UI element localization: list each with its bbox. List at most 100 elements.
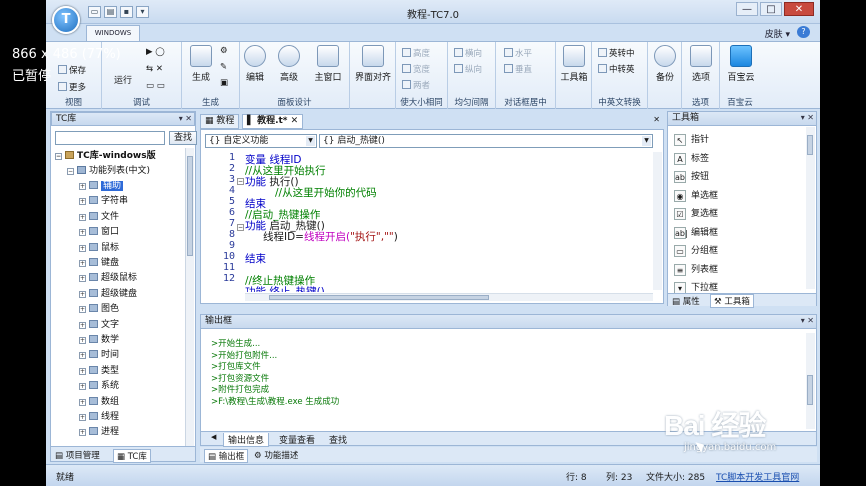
fold-icon[interactable]: − [237,178,244,185]
expand-icon[interactable]: + [79,321,86,329]
tree-item[interactable]: + 数组 [79,394,119,407]
expand-icon[interactable]: + [79,275,86,283]
editor-horizontal-scrollbar[interactable] [245,293,653,301]
expand-icon[interactable]: + [79,213,86,221]
scroll-thumb[interactable] [807,135,813,155]
build-option-icon-1[interactable]: ⚙ [220,46,228,56]
expand-icon[interactable]: + [79,352,86,360]
close-button[interactable]: ✕ [784,2,814,16]
app-logo-button[interactable]: T [52,6,80,34]
expand-icon[interactable]: + [79,260,86,267]
build-button[interactable]: 生成 [186,45,216,83]
doc-tab-tutorial[interactable]: ▦ 教程 [200,114,240,129]
tab-output-box[interactable]: ▤ 输出框 [204,449,249,463]
tree-item[interactable]: + 超级鼠标 [79,270,137,283]
toolbox-scrollbar[interactable] [806,127,815,289]
backup-button[interactable]: 备份 [650,45,680,83]
same-height-button[interactable]: 高度 [402,47,430,59]
same-width-button[interactable]: 宽度 [402,63,430,75]
expand-icon[interactable]: + [79,244,86,252]
editor-vertical-scrollbar[interactable] [653,152,662,290]
expand-icon[interactable]: + [79,337,86,344]
stop-icon[interactable]: ▭ ▭ [146,81,165,91]
build-option-icon-3[interactable]: ▣ [220,78,228,88]
to-english-button[interactable]: 中转英 [598,63,635,75]
help-icon[interactable]: ? [797,26,810,38]
main-window-button[interactable]: 主窗口 [310,45,346,83]
toolbox-item[interactable]: A 标签 [674,151,709,165]
to-chinese-button[interactable]: 英转中 [598,47,635,59]
options-button[interactable]: 选项 [686,45,716,83]
edit-button[interactable]: 编辑 [240,45,270,83]
tc-library-search-button[interactable]: 查找 [169,131,197,145]
skin-menu[interactable]: 皮肤 ▾ [765,27,790,40]
expand-icon[interactable]: + [79,198,86,206]
tree-scrollbar[interactable] [185,148,194,448]
tab-find[interactable]: 查找 [325,433,351,446]
expand-icon[interactable]: + [79,383,86,391]
tc-library-search-input[interactable] [55,131,165,145]
toolbox-item[interactable]: ▾ 下拉框 [674,280,718,294]
code-editor[interactable]: {} 自定义功能 ▼ {} 启动_热键() ▼ 1 2 3 4 5 6 7 8 9 10 11 12 − … [200,129,664,304]
maximize-button[interactable]: □ [760,2,782,16]
tree-item[interactable]: + 字符串 [79,193,128,206]
build-option-icon-2[interactable]: ✎ [220,62,227,72]
center-horizontal-button[interactable]: 水平 [504,47,532,59]
output-tab-prev-icon[interactable]: ◀ [207,433,220,441]
collapse-icon[interactable]: − [55,153,62,160]
pane-controls-icon[interactable]: ▾ ✕ [801,112,814,124]
expand-icon[interactable]: + [79,183,86,190]
official-site-link[interactable]: TC脚本开发工具官网 [716,470,799,483]
tree-item[interactable]: + 时间 [79,347,119,360]
tree-item[interactable]: + 文字 [79,317,119,330]
close-tab-icon[interactable]: ✕ [291,116,299,126]
scroll-thumb[interactable] [807,375,813,405]
toolbox-item[interactable]: ab| 编辑框 [674,225,718,239]
expand-icon[interactable]: + [79,290,86,298]
baidu-cloud-button[interactable]: 百宝云 [724,45,758,83]
fold-icon[interactable]: − [237,224,244,231]
tree-item[interactable]: + 线程 [79,409,119,422]
space-vertical-button[interactable]: 纵向 [454,63,482,75]
tab-project-management[interactable]: ▤ 项目管理 [55,449,100,461]
toolbox-item[interactable]: ↖ 指针 [674,132,709,146]
tab-properties[interactable]: ▤ 属性 [672,295,700,307]
expand-icon[interactable]: + [79,398,86,406]
tree-item[interactable]: + 数学 [79,332,119,345]
expand-icon[interactable]: + [79,414,86,421]
toolbox-item[interactable]: ☑ 复选框 [674,206,718,220]
tree-item[interactable]: + 辅助 [79,178,124,191]
tab-windows[interactable]: WINDOWS [86,25,140,41]
tree-item[interactable]: + 窗口 [79,224,119,237]
tree-root[interactable]: − TC库-windows版 [55,148,156,161]
tree-item[interactable]: + 类型 [79,363,119,376]
minimize-button[interactable]: — [736,2,758,16]
step-icon[interactable]: ▶ ◯ [146,47,165,57]
scroll-thumb[interactable] [187,156,193,256]
tree-item[interactable]: + 键盘 [79,255,119,268]
tree-item[interactable]: + 系统 [79,378,119,391]
tab-tc-library[interactable]: ▦ TC库 [113,449,151,463]
expand-icon[interactable]: + [79,306,86,314]
tab-toolbox[interactable]: ⚒ 工具箱 [710,294,754,308]
scroll-thumb[interactable] [269,295,489,300]
pane-controls-icon[interactable]: ▾ ✕ [801,315,814,327]
pause-icon[interactable]: ⇆ ✕ [146,64,163,74]
tree-func-list[interactable]: − 功能列表(中文) [67,163,150,176]
toolbox-item[interactable]: ◉ 单选框 [674,188,718,202]
toolbox-item[interactable]: ▭ 分组框 [674,243,718,257]
doc-close-icon[interactable]: ✕ [653,115,660,124]
tree-item[interactable]: + 鼠标 [79,240,119,253]
expand-icon[interactable]: + [79,229,86,237]
toolbox-button[interactable]: 工具箱 [558,45,590,83]
toolbox-item[interactable]: ≡ 列表框 [674,262,718,276]
tab-output-info[interactable]: 输出信息 [223,433,270,447]
doc-tab-tutorial-t[interactable]: ▌ 教程.t* ✕ [242,114,304,129]
function-category-select[interactable]: {} 自定义功能 ▼ [205,134,317,148]
expand-icon[interactable]: + [79,367,86,375]
tree-item[interactable]: + 超级键盘 [79,286,137,299]
center-vertical-button[interactable]: 垂直 [504,63,532,75]
pane-controls-icon[interactable]: ▾ ✕ [179,113,192,125]
tab-function-desc[interactable]: ⚙ 功能描述 [254,449,298,461]
tree-item[interactable]: + 进程 [79,424,119,437]
